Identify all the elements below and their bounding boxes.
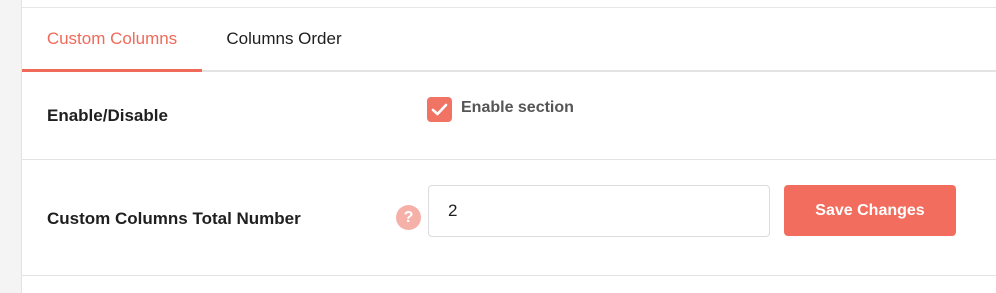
save-changes-button[interactable]: Save Changes [784, 185, 956, 236]
enable-disable-label: Enable/Disable [47, 106, 168, 125]
enable-section-label: Enable section [461, 99, 574, 116]
left-sidebar-strip [0, 0, 22, 293]
help-icon[interactable]: ? [396, 205, 421, 230]
total-number-label: Custom Columns Total Number [47, 209, 301, 228]
tab-label: Columns Order [226, 29, 342, 48]
row-divider [22, 159, 996, 160]
bottom-divider [22, 275, 996, 276]
enable-section-checkbox[interactable] [427, 97, 452, 122]
settings-panel: Custom Columns Columns Order Enable/Disa… [22, 0, 996, 293]
tab-custom-columns[interactable]: Custom Columns [22, 8, 202, 72]
tab-bar: Custom Columns Columns Order [22, 8, 996, 72]
active-tab-indicator [22, 69, 202, 72]
total-number-input[interactable] [428, 185, 770, 237]
tab-label: Custom Columns [46, 29, 178, 48]
tab-columns-order[interactable]: Columns Order [204, 8, 364, 70]
checkmark-icon [431, 103, 448, 116]
